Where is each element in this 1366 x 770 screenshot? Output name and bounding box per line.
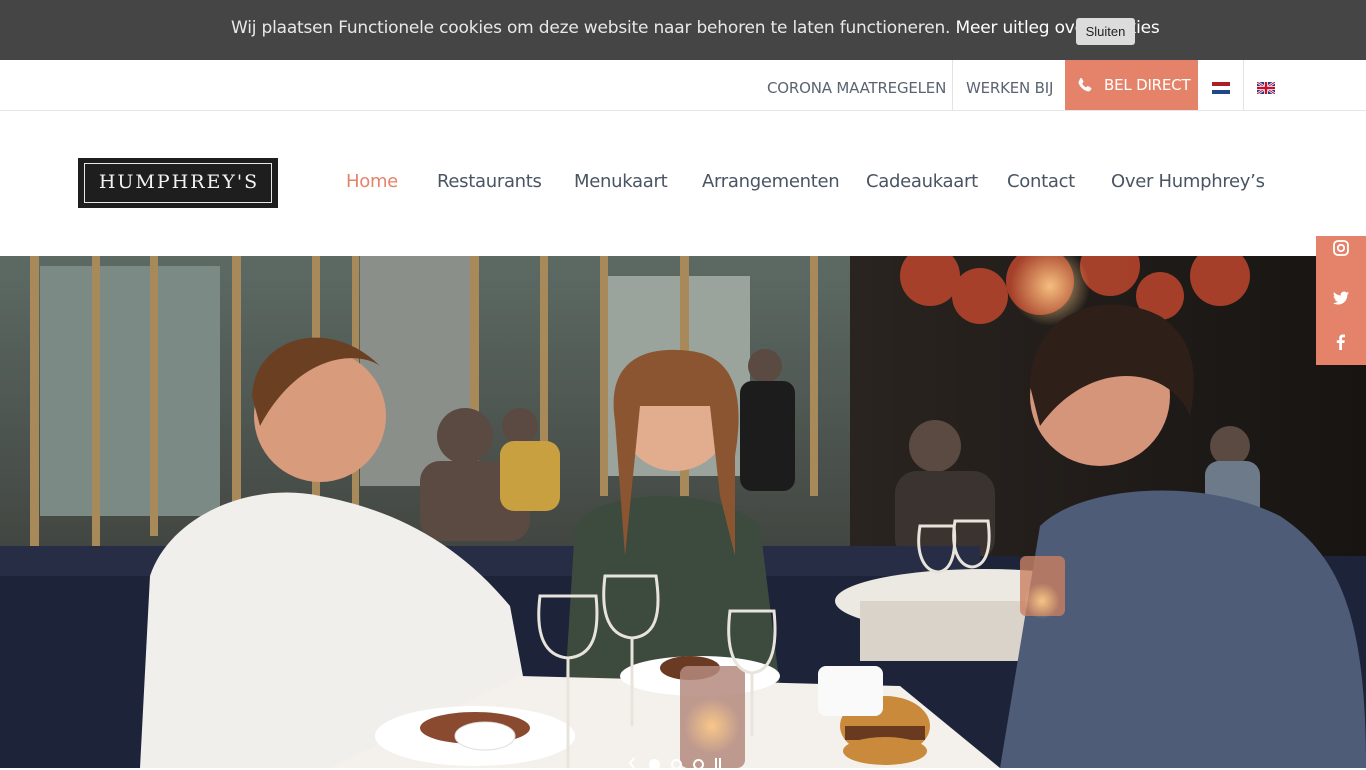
divider — [952, 60, 953, 110]
facebook-link[interactable] — [1316, 320, 1366, 365]
twitter-icon — [1333, 291, 1349, 305]
cookie-message: Wij plaatsen Functionele cookies om deze… — [231, 18, 1160, 38]
slider-pagination — [624, 755, 734, 770]
corona-link[interactable]: CORONA MAATREGELEN — [767, 60, 946, 110]
cookie-close-button[interactable]: Sluiten — [1076, 18, 1135, 45]
cookie-bar: Wij plaatsen Functionele cookies om deze… — [0, 0, 1366, 60]
divider — [1243, 60, 1244, 110]
instagram-link[interactable] — [1316, 236, 1366, 281]
nav-contact[interactable]: Contact — [1007, 171, 1075, 192]
slider-pause-icon[interactable] — [714, 757, 722, 769]
nav-arrangementen[interactable]: Arrangementen — [702, 171, 840, 192]
logo-text: HUMPHREY'S — [98, 171, 260, 193]
facebook-icon — [1336, 334, 1345, 350]
en-flag-icon[interactable] — [1257, 82, 1275, 94]
bel-direct-label: BEL DIRECT — [1104, 76, 1191, 94]
hero-restaurant-photo — [0, 256, 1366, 768]
bel-direct-button[interactable]: BEL DIRECT — [1065, 60, 1198, 110]
nav-menukaart[interactable]: Menukaart — [574, 171, 668, 192]
nl-flag-icon[interactable] — [1212, 82, 1230, 94]
logo-frame: HUMPHREY'S — [84, 163, 272, 203]
cookie-text: Wij plaatsen Functionele cookies om deze… — [231, 18, 951, 38]
instagram-icon — [1333, 240, 1349, 256]
slider-dot-1[interactable] — [649, 759, 660, 770]
site-header: HUMPHREY'S Home Restaurants Menukaart Ar… — [0, 111, 1366, 256]
hero-slider[interactable] — [0, 256, 1366, 768]
phone-icon — [1078, 77, 1092, 92]
werken-bij-link[interactable]: WERKEN BIJ — [966, 60, 1053, 110]
nav-restaurants[interactable]: Restaurants — [437, 171, 542, 192]
humphreys-logo[interactable]: HUMPHREY'S — [78, 158, 278, 208]
nav-cadeaukaart[interactable]: Cadeaukaart — [866, 171, 978, 192]
slider-dot-3[interactable] — [693, 759, 704, 770]
twitter-link[interactable] — [1316, 276, 1366, 321]
social-sidebar — [1316, 236, 1366, 365]
slider-dot-2[interactable] — [671, 759, 682, 770]
slider-prev-icon[interactable] — [628, 757, 636, 769]
top-utility-bar: CORONA MAATREGELEN WERKEN BIJ BEL DIRECT — [0, 60, 1366, 111]
nav-home[interactable]: Home — [346, 171, 398, 192]
nav-over-humphreys[interactable]: Over Humphrey’s — [1111, 171, 1265, 192]
